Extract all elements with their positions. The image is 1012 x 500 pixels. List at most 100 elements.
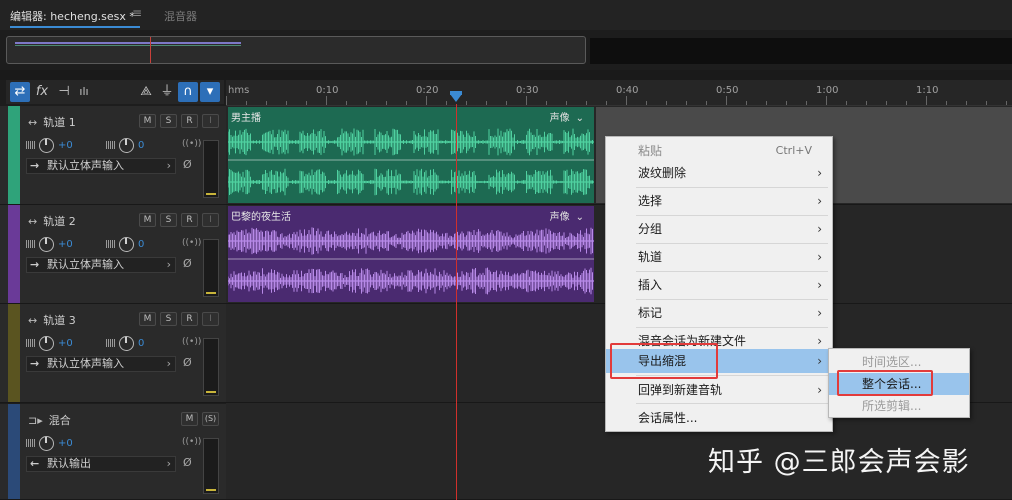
volume-control[interactable]: +0 — [26, 136, 73, 154]
menu-item-insert[interactable]: 插入 › — [606, 273, 832, 297]
swap-icon[interactable]: ⇄ — [10, 82, 30, 102]
tab-editor[interactable]: 编辑器: hecheng.sesx * — [10, 8, 135, 24]
track-name-3[interactable]: ↔ 轨道 3 — [28, 312, 76, 328]
menu-separator — [636, 243, 828, 244]
pan-control[interactable]: 0 — [106, 136, 144, 154]
pan-knob[interactable] — [119, 137, 134, 153]
master-name-label: 混合 — [48, 414, 71, 427]
mute-button[interactable]: M — [139, 114, 156, 128]
mute-button[interactable]: M — [139, 213, 156, 227]
fx-icon[interactable]: fx — [32, 82, 52, 102]
solo-safe-button[interactable]: (S) — [202, 412, 219, 426]
phase-invert-icon[interactable]: Ø — [183, 257, 192, 270]
pan-control[interactable]: 0 — [106, 334, 144, 352]
pan-knob[interactable] — [119, 236, 134, 252]
panel-menu-icon[interactable]: ≡ — [132, 6, 142, 20]
menu-item-session-properties[interactable]: 会话属性... — [606, 406, 832, 430]
meters-icon[interactable]: ılı — [74, 82, 94, 102]
stereo-icon[interactable]: ((•)) — [182, 437, 201, 447]
ruler-tick — [766, 101, 767, 105]
track-icon: ↔ — [28, 215, 38, 228]
track-name-2[interactable]: ↔ 轨道 2 — [28, 213, 76, 229]
track-name-1[interactable]: ↔ 轨道 1 — [28, 114, 76, 130]
input-label: 默认立体声输入 — [47, 258, 124, 271]
solo-button[interactable]: S — [160, 312, 177, 326]
clip-pan-tag[interactable]: 声像 ⌄ — [550, 208, 584, 223]
volume-control[interactable]: +0 — [26, 334, 73, 352]
volume-knob[interactable] — [39, 335, 54, 351]
stereo-icon[interactable]: ((•)) — [182, 337, 201, 347]
ruler-tick — [286, 101, 287, 105]
session-overview[interactable] — [6, 36, 586, 64]
solo-button[interactable]: S — [160, 114, 177, 128]
pan-control[interactable]: 0 — [106, 235, 144, 253]
volume-control[interactable]: +0 — [26, 434, 73, 452]
magnet-icon[interactable]: ∩ — [178, 82, 198, 102]
ruler-tick — [826, 96, 827, 105]
routing-icon[interactable]: ⊣ — [54, 82, 74, 102]
track-name-label: 轨道 3 — [43, 314, 76, 327]
menu-separator — [636, 327, 828, 328]
pan-knob[interactable] — [119, 335, 134, 351]
input-select[interactable]: → 默认立体声输入 › — [26, 257, 176, 273]
clip-channel-divider — [228, 159, 594, 161]
tab-mixer[interactable]: 混音器 — [164, 8, 197, 24]
output-select[interactable]: ← 默认输出 › — [26, 456, 176, 472]
phase-invert-icon[interactable]: Ø — [183, 356, 192, 369]
clip-channel-divider — [228, 258, 594, 260]
record-button[interactable]: R — [181, 213, 198, 227]
mute-button[interactable]: M — [181, 412, 198, 426]
submenu-item-selected-clips[interactable]: 所选剪辑... — [829, 395, 969, 417]
stereo-icon[interactable]: ((•)) — [182, 139, 201, 149]
phase-invert-icon[interactable]: Ø — [183, 456, 192, 469]
snap-icon[interactable]: ⏚ — [157, 82, 177, 102]
volume-knob[interactable] — [39, 137, 54, 153]
volume-knob[interactable] — [39, 236, 54, 252]
track-name-label: 轨道 1 — [43, 116, 76, 129]
metronome-icon[interactable]: ⟁ — [136, 82, 156, 102]
menu-item-ripple-delete[interactable]: 波纹删除 › — [606, 161, 832, 185]
menu-item-track[interactable]: 轨道 › — [606, 245, 832, 269]
track-icon: ↔ — [28, 116, 38, 129]
ruler-tick — [846, 101, 847, 105]
clip-pan-tag[interactable]: 声像 ⌄ — [550, 109, 584, 124]
pan-value: 0 — [138, 139, 145, 151]
input-select[interactable]: → 默认立体声输入 › — [26, 158, 176, 174]
volume-control[interactable]: +0 — [26, 235, 73, 253]
phase-invert-icon[interactable]: Ø — [183, 158, 192, 171]
menu-separator — [636, 271, 828, 272]
pin-icon[interactable]: ▾ — [200, 82, 220, 102]
ruler-tick — [686, 101, 687, 105]
volume-knob[interactable] — [39, 435, 54, 451]
master-track-name[interactable]: ⊐▸ 混合 — [28, 412, 71, 428]
audio-clip-1[interactable]: 男主播 声像 ⌄ — [228, 107, 594, 203]
monitor-button[interactable]: I — [202, 213, 219, 227]
mute-button[interactable]: M — [139, 312, 156, 326]
menu-item-label: 轨道 — [638, 250, 663, 264]
ruler-tick — [866, 101, 867, 105]
time-ruler[interactable]: hms 0:10 0:20 0:30 0:40 0:50 1:00 1:10 — [226, 80, 1012, 106]
ruler-tick — [386, 101, 387, 105]
submenu-arrow-icon: › — [817, 250, 822, 264]
menu-item-paste[interactable]: 粘贴 Ctrl+V — [606, 139, 832, 163]
monitor-button[interactable]: I — [202, 312, 219, 326]
input-select[interactable]: → 默认立体声输入 › — [26, 356, 176, 372]
solo-button[interactable]: S — [160, 213, 177, 227]
ruler-tick — [606, 101, 607, 105]
menu-item-group[interactable]: 分组 › — [606, 217, 832, 241]
playhead-marker-icon[interactable] — [450, 94, 462, 102]
submenu-arrow-icon: › — [817, 278, 822, 292]
menu-item-bounce-new-track[interactable]: 回弹到新建音轨 › — [606, 378, 832, 402]
ruler-tick — [746, 101, 747, 105]
menu-item-select[interactable]: 选择 › — [606, 189, 832, 213]
overview-clip-green — [15, 45, 241, 46]
ruler-tick — [426, 96, 427, 105]
monitor-button[interactable]: I — [202, 114, 219, 128]
pan-icon — [106, 240, 116, 248]
menu-item-markers[interactable]: 标记 › — [606, 301, 832, 325]
stereo-icon[interactable]: ((•)) — [182, 238, 201, 248]
audio-clip-2[interactable]: 巴黎的夜生活 声像 ⌄ — [228, 206, 594, 302]
record-button[interactable]: R — [181, 312, 198, 326]
record-button[interactable]: R — [181, 114, 198, 128]
submenu-arrow-icon: › — [817, 222, 822, 236]
